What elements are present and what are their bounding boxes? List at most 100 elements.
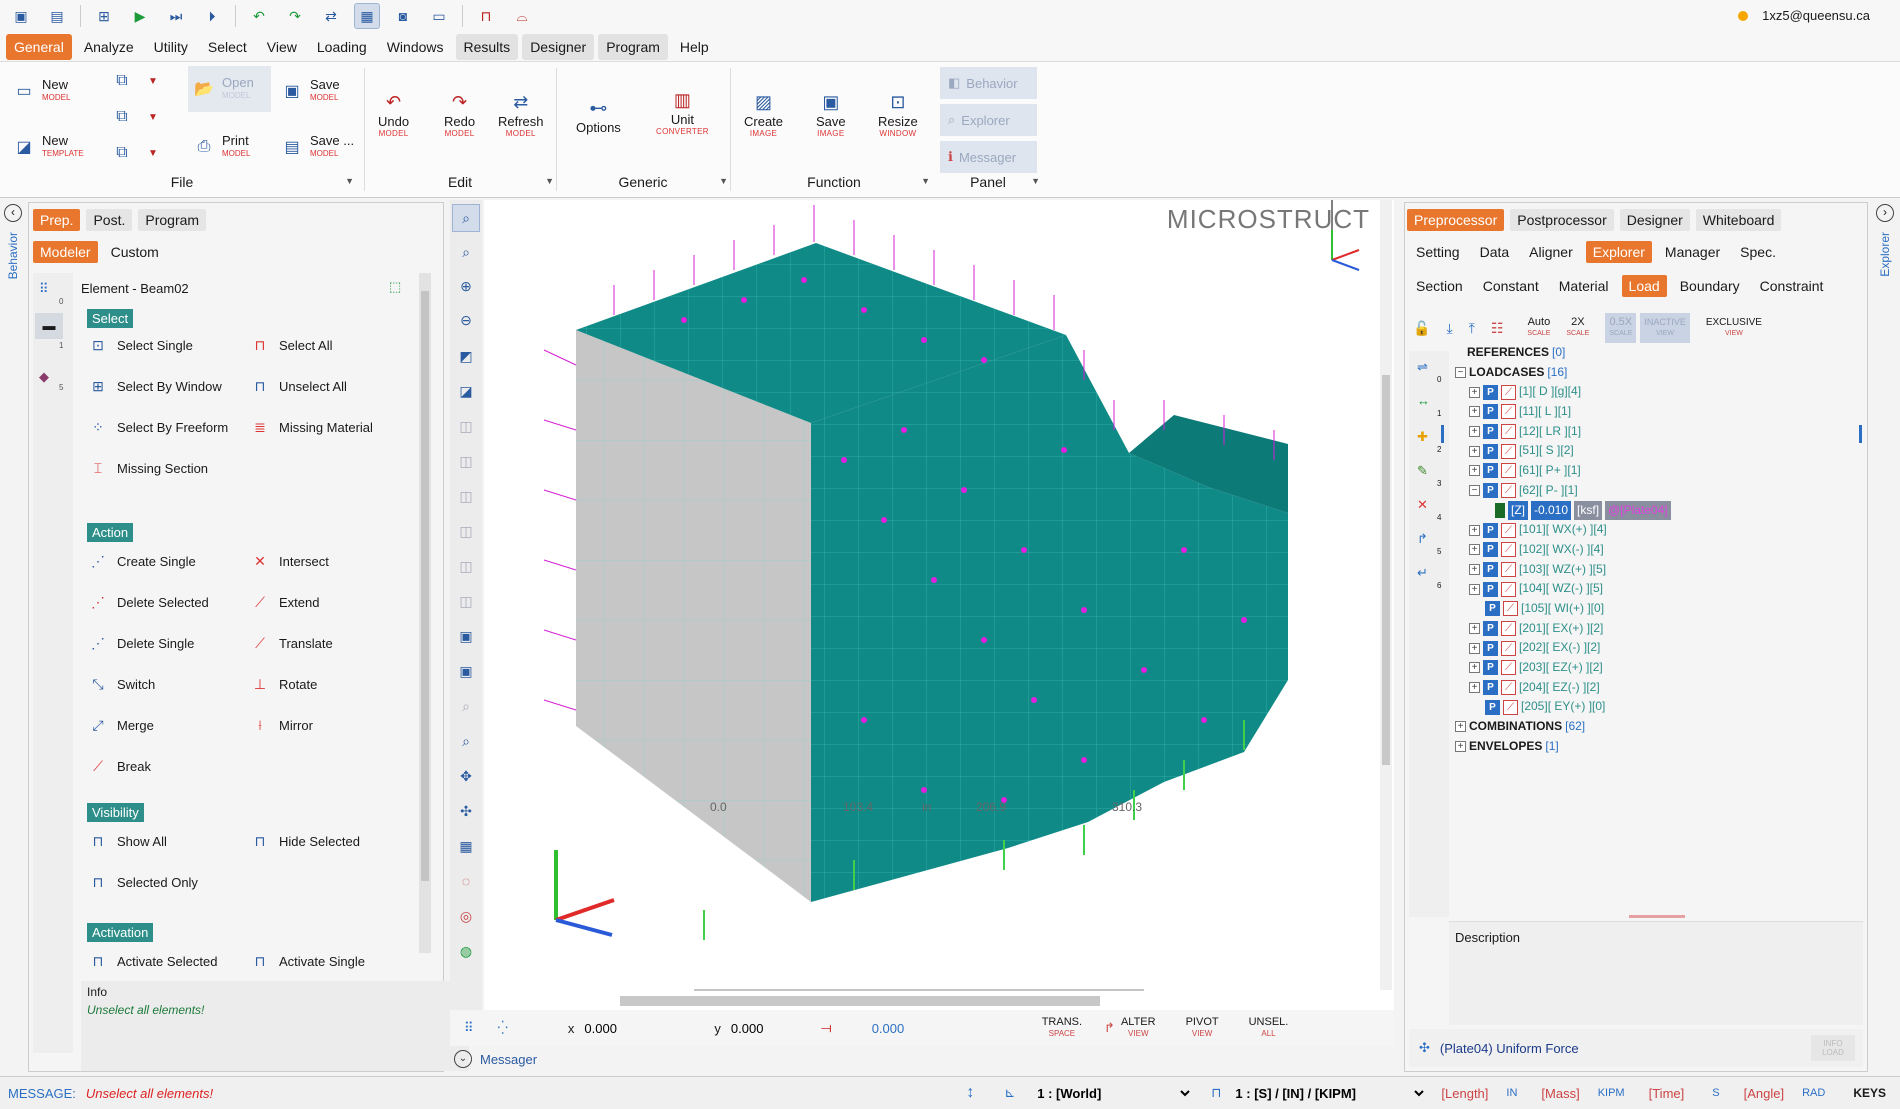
explorer-side-label[interactable]: Explorer	[1878, 232, 1892, 277]
missing-section-button[interactable]: ⌶ Missing Section	[87, 452, 208, 484]
add-icon[interactable]: ✚	[1417, 429, 1428, 445]
missing-material-button[interactable]: ≣ Missing Material	[249, 411, 373, 443]
menu-windows[interactable]: Windows	[379, 34, 452, 60]
keys-button[interactable]: KEYS	[1853, 1086, 1886, 1100]
expand-icon[interactable]: +	[1469, 465, 1480, 477]
2x-scale-button[interactable]: 2X SCALE	[1566, 317, 1589, 339]
tab-material[interactable]: Material	[1552, 275, 1616, 297]
tab-preprocessor[interactable]: Preprocessor	[1407, 209, 1505, 231]
coordinate-system-select[interactable]: 1 : [World]	[1033, 1084, 1194, 1102]
expand-icon[interactable]: +	[1469, 544, 1480, 556]
trans-space-button[interactable]: TRANS. SPACE	[1042, 1017, 1082, 1039]
left-scrollbar[interactable]	[419, 273, 431, 953]
expand-group-icon[interactable]: ▼	[545, 176, 554, 186]
expand-group-icon[interactable]: ▼	[921, 176, 930, 186]
lock-icon[interactable]: 🔓	[1413, 320, 1430, 337]
save-as-icon[interactable]: ▤	[44, 3, 70, 29]
tree-loadcase[interactable]: + P ⟋ [201][ EX(+) ][2]	[1455, 619, 1855, 639]
window-icon[interactable]: ▭	[426, 3, 452, 29]
render-mode-icon[interactable]: ▣	[458, 628, 474, 644]
x-input[interactable]	[584, 1020, 675, 1036]
tab-postprocessor[interactable]: Postprocessor	[1510, 209, 1614, 231]
view-back-icon[interactable]: ◫	[458, 418, 474, 434]
menu-results[interactable]: Results	[455, 33, 519, 60]
fit-icon[interactable]: ▦	[458, 838, 474, 854]
unselect-all-view-button[interactable]: UNSEL. ALL	[1249, 1017, 1289, 1039]
tab-constraint[interactable]: Constraint	[1753, 275, 1831, 297]
expand-icon[interactable]: +	[1469, 642, 1480, 654]
expand-icon[interactable]: +	[1469, 445, 1480, 457]
tab-aligner[interactable]: Aligner	[1522, 241, 1580, 263]
view-top-icon[interactable]: ◫	[458, 523, 474, 539]
zoom-previous-icon[interactable]: ⌕	[458, 244, 474, 260]
rotate-button[interactable]: ⊥ Rotate	[249, 668, 317, 700]
tree-loadcase[interactable]: + P ⟋ [51][ S ][2]	[1455, 441, 1855, 461]
create-single-button[interactable]: ⋰ Create Single	[87, 545, 196, 577]
collapse-icon[interactable]: −	[1455, 367, 1466, 379]
menu-select[interactable]: Select	[200, 34, 255, 60]
expand-icon[interactable]: +	[1469, 524, 1480, 536]
list-icon[interactable]: ☷	[1491, 320, 1504, 337]
selected-only-button[interactable]: ⊓ Selected Only	[87, 866, 198, 898]
save-model-button[interactable]: ▣ Save MODEL	[282, 78, 339, 104]
snap-icon[interactable]: ◌	[458, 873, 474, 889]
model-viewport[interactable]: MICROSTRUCT 0.0 103.4 in 206.9 310.3	[484, 200, 1394, 1010]
switch-button[interactable]: ⤡ Switch	[87, 668, 155, 700]
grid-icon[interactable]: ⠿	[464, 1020, 474, 1036]
tree-references[interactable]: REFERENCES [0]	[1455, 343, 1855, 363]
save-icon[interactable]: ▣	[8, 3, 34, 29]
vertical-swap-icon[interactable]: ↕	[966, 1084, 974, 1102]
viewport-hscroll[interactable]	[484, 996, 1390, 1008]
tree-loadcase[interactable]: + P ⟋ [203][ EZ(+) ][2]	[1455, 658, 1855, 678]
show-all-button[interactable]: ⊓ Show All	[87, 825, 167, 857]
z-input[interactable]	[871, 1020, 952, 1036]
expand-icon[interactable]: +	[1469, 386, 1480, 398]
expand-icon[interactable]: +	[1469, 426, 1480, 438]
tree-loadcase[interactable]: + P ⟋ [11][ L ][1]	[1455, 402, 1855, 422]
step-run-icon[interactable]: ⏵	[199, 3, 225, 29]
menu-analyze[interactable]: Analyze	[76, 34, 142, 60]
menu-program[interactable]: Program	[598, 33, 668, 60]
save-as-model-button[interactable]: ▤ Save ... MODEL	[282, 134, 354, 160]
zoom-extents-icon[interactable]: ⌕	[458, 698, 474, 714]
refresh-model-button[interactable]: ⇄ Refresh MODEL	[498, 92, 544, 138]
intersect-button[interactable]: ✕ Intersect	[249, 545, 329, 577]
splitter-handle[interactable]	[1629, 915, 1685, 918]
options-button[interactable]: ⊷ Options	[576, 98, 621, 135]
step-icon[interactable]: ⏭	[163, 3, 189, 29]
tree-loadcase[interactable]: + P ⟋ [103][ WZ(+) ][5]	[1455, 560, 1855, 580]
collapse-left-icon[interactable]: ‹	[4, 204, 22, 222]
open-model-button[interactable]: 📂 Open MODEL	[188, 66, 271, 112]
expand-icon[interactable]: +	[1469, 563, 1480, 575]
tab-manager[interactable]: Manager	[1658, 241, 1727, 263]
edit-icon[interactable]: ✎	[1417, 463, 1428, 479]
view-bottom-icon[interactable]: ◫	[458, 558, 474, 574]
mirror-button[interactable]: ⟊ Mirror	[249, 709, 313, 741]
expand-group-icon[interactable]: ▼	[1031, 176, 1040, 186]
tree-loadcase[interactable]: + P ⟋ [12][ LR ][1]	[1455, 422, 1855, 442]
menu-help[interactable]: Help	[672, 34, 717, 60]
units-select[interactable]: 1 : [S] / [IN] / [KIPM]	[1231, 1084, 1428, 1102]
menu-utility[interactable]: Utility	[146, 34, 196, 60]
alter-view-button[interactable]: ALTER VIEW	[1121, 1017, 1156, 1039]
extend-button[interactable]: ⟋ Extend	[249, 586, 319, 618]
create-image-button[interactable]: ▨ Create IMAGE	[744, 92, 783, 138]
zoom-region-icon[interactable]: ⌕	[458, 733, 474, 749]
tab-program[interactable]: Program	[138, 209, 207, 231]
expand-all-icon[interactable]: ↔	[1417, 393, 1430, 408]
tab-spec[interactable]: Spec.	[1733, 241, 1783, 263]
run-icon[interactable]: ▶	[127, 3, 153, 29]
move-up-icon[interactable]: ↱	[1417, 531, 1428, 547]
target-icon[interactable]: ◎	[458, 908, 474, 924]
y-input[interactable]	[730, 1020, 821, 1036]
tab-modeler[interactable]: Modeler	[33, 241, 98, 263]
redo-icon[interactable]: ↷	[282, 3, 308, 29]
tab-section[interactable]: Section	[1409, 275, 1470, 297]
tab-constant[interactable]: Constant	[1476, 275, 1546, 297]
expand-group-icon[interactable]: ▼	[719, 176, 728, 186]
tab-post[interactable]: Post.	[86, 209, 133, 231]
tree-load-item-selected[interactable]: [Z] -0.010 [ksf] @[Plate04]	[1455, 500, 1855, 521]
export-icon[interactable]: ⤒	[1469, 320, 1475, 337]
select-by-freeform-button[interactable]: ⁘ Select By Freeform	[87, 411, 228, 443]
menu-loading[interactable]: Loading	[309, 34, 375, 60]
